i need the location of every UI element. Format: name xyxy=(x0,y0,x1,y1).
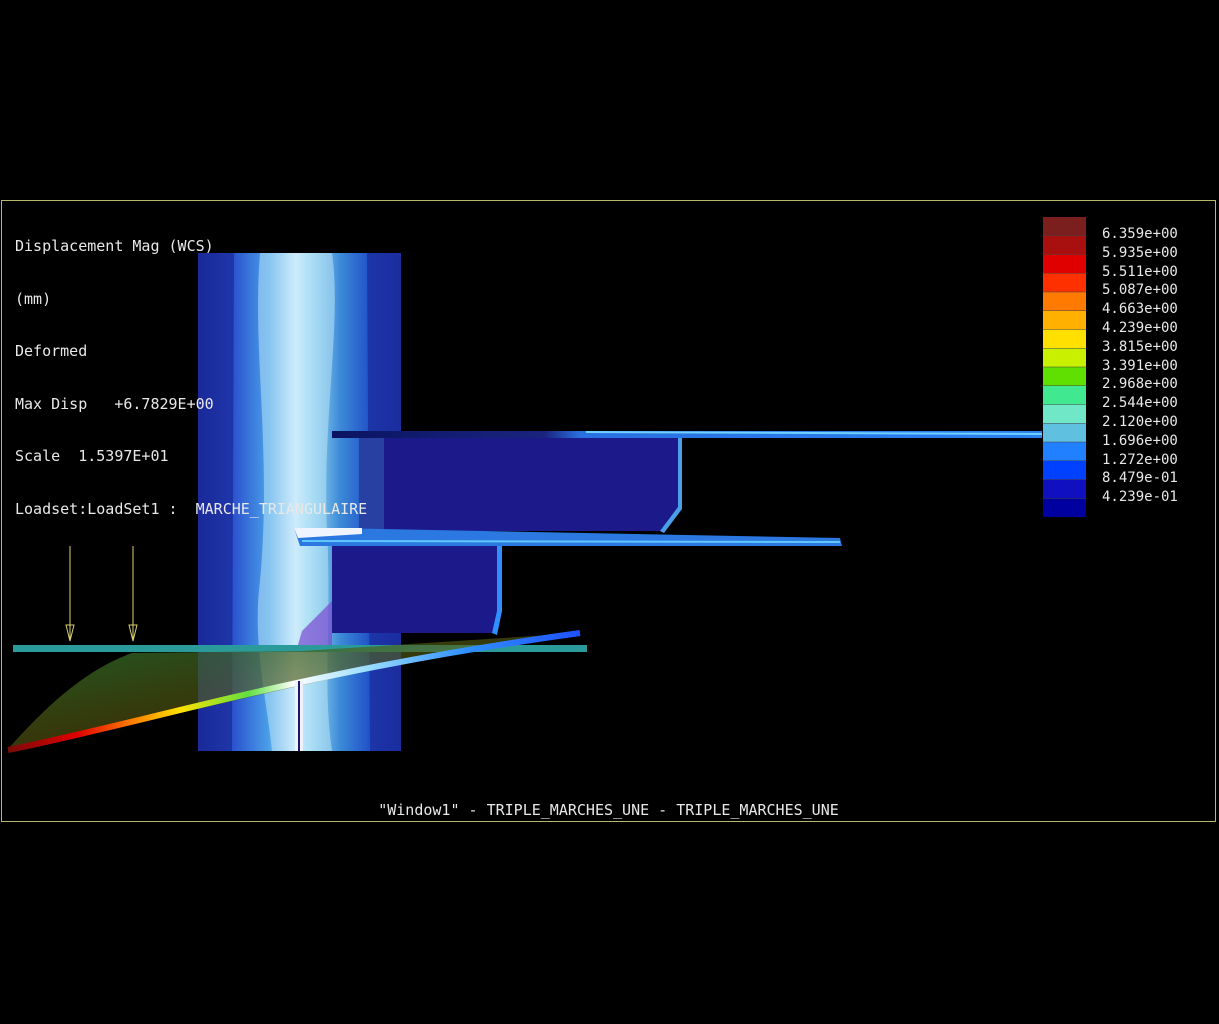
legend-value: 1.272e+00 xyxy=(1102,451,1178,468)
legend-value: 6.359e+00 xyxy=(1102,226,1178,242)
legend-swatch xyxy=(1043,479,1086,499)
legend-swatch xyxy=(1043,442,1086,462)
legend-swatch xyxy=(1043,310,1086,330)
graphics-window[interactable]: Displacement Mag (WCS) (mm) Deformed Max… xyxy=(1,200,1216,822)
legend-value: 2.544e+00 xyxy=(1102,395,1178,412)
legend-color-bar xyxy=(1043,217,1086,517)
legend-value: 1.696e+00 xyxy=(1102,432,1178,449)
legend-value: 4.239e-01 xyxy=(1102,489,1178,506)
legend-value: 2.968e+00 xyxy=(1102,376,1178,393)
legend-value: 5.087e+00 xyxy=(1102,282,1178,299)
legend-swatch xyxy=(1043,329,1086,349)
window-title: "Window1" - TRIPLE_MARCHES_UNE - TRIPLE_… xyxy=(378,801,839,819)
legend-value: 8.479e-01 xyxy=(1102,470,1178,487)
legend-value: 5.935e+00 xyxy=(1102,244,1178,261)
legend-value: 4.239e+00 xyxy=(1102,319,1178,336)
legend-value: 5.511e+00 xyxy=(1102,263,1178,280)
scale-label: Scale 1.5397E+01 xyxy=(15,447,169,465)
load-arrows xyxy=(65,546,138,642)
legend-swatch xyxy=(1043,254,1086,274)
legend-value: 3.391e+00 xyxy=(1102,357,1178,374)
legend-swatch xyxy=(1043,404,1086,424)
legend-value: 3.815e+00 xyxy=(1102,338,1178,355)
max-disp-label: Max Disp +6.7829E+00 xyxy=(15,394,214,413)
result-info: Displacement Mag (WCS) (mm) Deformed Max… xyxy=(15,203,367,553)
legend-value: 2.120e+00 xyxy=(1102,413,1178,430)
legend-swatch xyxy=(1043,460,1086,480)
legend-value: 4.663e+00 xyxy=(1102,301,1178,318)
legend-swatch xyxy=(1043,273,1086,293)
legend-labels: 6.359e+00 5.935e+00 5.511e+00 5.087e+00 4.66… xyxy=(1102,225,1178,507)
legend-swatch xyxy=(1043,385,1086,405)
mode-label: Deformed xyxy=(15,342,88,360)
viewport: Displacement Mag (WCS) (mm) Deformed Max… xyxy=(0,0,1219,1024)
unit-label: (mm) xyxy=(15,289,52,308)
legend-swatch xyxy=(1043,367,1086,387)
middle-step xyxy=(294,528,842,635)
legend-swatch xyxy=(1043,235,1086,255)
upper-step xyxy=(332,431,1043,533)
legend-swatch xyxy=(1043,498,1086,517)
legend-swatch xyxy=(1043,348,1086,368)
legend-swatch xyxy=(1043,423,1086,443)
legend-swatch xyxy=(1043,292,1086,312)
loadset-label: Loadset:LoadSet1 : MARCHE_TRIANGULAIRE xyxy=(15,499,368,518)
legend-swatch xyxy=(1043,217,1086,237)
quantity-label: Displacement Mag (WCS) xyxy=(15,237,214,255)
color-legend: 6.359e+00 5.935e+00 5.511e+00 5.087e+00 4.66… xyxy=(1042,217,1202,519)
